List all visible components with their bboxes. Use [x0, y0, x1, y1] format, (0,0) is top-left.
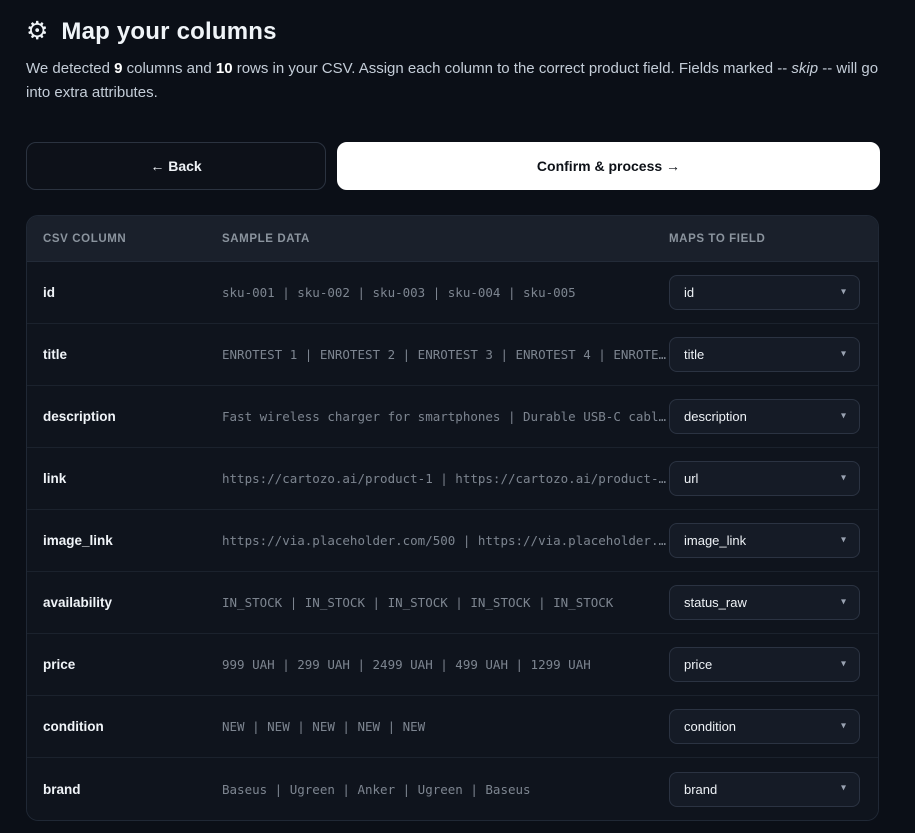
table-row: availability IN_STOCK | IN_STOCK | IN_ST…: [27, 572, 878, 634]
table-row: id sku-001 | sku-002 | sku-003 | sku-004…: [27, 262, 878, 324]
sample-data: NEW | NEW | NEW | NEW | NEW: [222, 719, 669, 734]
intro-part3: rows in your CSV. Assign each column to …: [233, 60, 792, 77]
chevron-down-icon: ▾: [841, 472, 846, 483]
gear-icon: ⚙: [26, 19, 48, 44]
field-select-value: brand: [684, 782, 717, 797]
csv-column-name: link: [43, 471, 222, 486]
field-select-value: status_raw: [684, 595, 747, 610]
csv-column-name: condition: [43, 719, 222, 734]
field-select-value: url: [684, 471, 698, 486]
intro-text: We detected 9 columns and 10 rows in you…: [26, 57, 880, 105]
field-select[interactable]: image_link ▾: [669, 523, 860, 558]
field-select[interactable]: title ▾: [669, 337, 860, 372]
chevron-down-icon: ▾: [841, 720, 846, 731]
table-row: title ENROTEST 1 | ENROTEST 2 | ENROTEST…: [27, 324, 878, 386]
field-select-value: title: [684, 347, 704, 362]
chevron-down-icon: ▾: [841, 596, 846, 607]
confirm-process-button[interactable]: Confirm & process →: [337, 142, 880, 190]
csv-column-name: description: [43, 409, 222, 424]
sample-data: 999 UAH | 299 UAH | 2499 UAH | 499 UAH |…: [222, 657, 669, 672]
chevron-down-icon: ▾: [841, 783, 846, 794]
field-select-value: id: [684, 285, 694, 300]
csv-column-name: id: [43, 285, 222, 300]
csv-column-name: image_link: [43, 533, 222, 548]
table-header-row: CSV COLUMN SAMPLE DATA MAPS TO FIELD: [27, 216, 878, 262]
chevron-down-icon: ▾: [841, 348, 846, 359]
table-row: brand Baseus | Ugreen | Anker | Ugreen |…: [27, 758, 878, 820]
field-select[interactable]: condition ▾: [669, 709, 860, 744]
page: ⚙ Map your columns We detected 9 columns…: [26, 0, 880, 821]
header-csv-column: CSV COLUMN: [43, 233, 222, 245]
rows-count: 10: [216, 60, 233, 77]
chevron-down-icon: ▾: [841, 410, 846, 421]
chevron-down-icon: ▾: [841, 658, 846, 669]
field-select-value: price: [684, 657, 712, 672]
csv-column-name: title: [43, 347, 222, 362]
table-row: image_link https://via.placeholder.com/5…: [27, 510, 878, 572]
field-select[interactable]: status_raw ▾: [669, 585, 860, 620]
csv-column-name: availability: [43, 595, 222, 610]
table-row: description Fast wireless charger for sm…: [27, 386, 878, 448]
table-row: condition NEW | NEW | NEW | NEW | NEW co…: [27, 696, 878, 758]
sample-data: sku-001 | sku-002 | sku-003 | sku-004 | …: [222, 285, 669, 300]
field-select[interactable]: url ▾: [669, 461, 860, 496]
intro-part1: We detected: [26, 60, 114, 77]
field-select[interactable]: id ▾: [669, 275, 860, 310]
sample-data: IN_STOCK | IN_STOCK | IN_STOCK | IN_STOC…: [222, 595, 669, 610]
column-mapping-table: CSV COLUMN SAMPLE DATA MAPS TO FIELD id …: [26, 215, 879, 821]
header-maps-to-field: MAPS TO FIELD: [669, 233, 860, 245]
skip-word: skip: [791, 60, 818, 77]
sample-data: Fast wireless charger for smartphones | …: [222, 409, 669, 424]
page-header: ⚙ Map your columns: [26, 18, 880, 46]
back-button[interactable]: ← Back: [26, 142, 326, 190]
sample-data: Baseus | Ugreen | Anker | Ugreen | Baseu…: [222, 782, 669, 797]
mapping-table-body: id sku-001 | sku-002 | sku-003 | sku-004…: [27, 262, 878, 820]
header-sample-data: SAMPLE DATA: [222, 233, 669, 245]
action-buttons: ← Back Confirm & process →: [26, 142, 880, 190]
csv-column-name: brand: [43, 782, 222, 797]
field-select-value: image_link: [684, 533, 746, 548]
field-select-value: condition: [684, 719, 736, 734]
sample-data: https://cartozo.ai/product-1 | https://c…: [222, 471, 669, 486]
field-select[interactable]: brand ▾: [669, 772, 860, 807]
field-select-value: description: [684, 409, 747, 424]
table-row: link https://cartozo.ai/product-1 | http…: [27, 448, 878, 510]
chevron-down-icon: ▾: [841, 534, 846, 545]
table-row: price 999 UAH | 299 UAH | 2499 UAH | 499…: [27, 634, 878, 696]
chevron-down-icon: ▾: [841, 286, 846, 297]
csv-column-name: price: [43, 657, 222, 672]
page-title: Map your columns: [61, 18, 276, 46]
field-select[interactable]: price ▾: [669, 647, 860, 682]
sample-data: ENROTEST 1 | ENROTEST 2 | ENROTEST 3 | E…: [222, 347, 669, 362]
field-select[interactable]: description ▾: [669, 399, 860, 434]
intro-part2: columns and: [122, 60, 215, 77]
sample-data: https://via.placeholder.com/500 | https:…: [222, 533, 669, 548]
